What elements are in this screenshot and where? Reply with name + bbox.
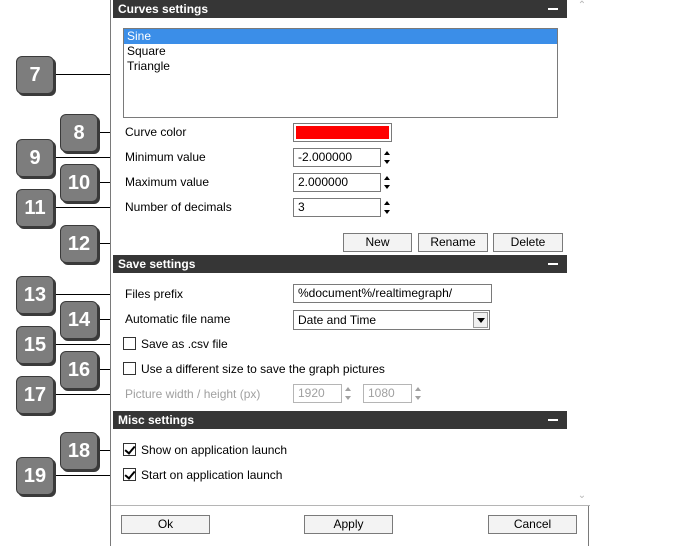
start-on-launch-label: Start on application launch xyxy=(141,468,283,482)
decimals-field[interactable]: 3 xyxy=(293,198,381,217)
curve-item-square[interactable]: Square xyxy=(124,44,557,59)
minimum-value-spinner[interactable] xyxy=(382,148,393,167)
auto-file-name-select[interactable]: Date and Time xyxy=(293,310,490,330)
callout-18: 18 xyxy=(60,432,98,470)
different-size-checkbox[interactable] xyxy=(123,362,136,375)
footer-divider xyxy=(111,505,590,506)
callout-7: 7 xyxy=(16,56,54,94)
spin-down-icon[interactable] xyxy=(382,183,393,192)
save-settings-title: Save settings xyxy=(118,257,196,271)
callout-14: 14 xyxy=(60,301,98,339)
spin-up-icon[interactable] xyxy=(343,384,354,393)
picture-width-field[interactable]: 1920 xyxy=(293,384,342,403)
callout-19: 19 xyxy=(16,457,54,495)
curve-color-fill xyxy=(296,126,389,139)
curve-color-label: Curve color xyxy=(125,125,187,139)
cancel-button[interactable]: Cancel xyxy=(488,515,577,534)
chevron-down-icon[interactable] xyxy=(473,312,488,328)
apply-button[interactable]: Apply xyxy=(304,515,393,534)
different-size-label: Use a different size to save the graph p… xyxy=(141,362,385,376)
collapse-curves-button[interactable] xyxy=(547,0,561,18)
misc-settings-header: Misc settings xyxy=(113,411,567,429)
show-on-launch-checkbox[interactable] xyxy=(123,443,136,456)
settings-dialog: Curves settings Sine Square Triangle Cur… xyxy=(110,0,590,546)
show-on-launch-label: Show on application launch xyxy=(141,443,288,457)
callout-8: 8 xyxy=(60,114,98,152)
start-on-launch-checkbox[interactable] xyxy=(123,468,136,481)
curves-settings-header: Curves settings xyxy=(113,0,567,18)
maximum-value-label: Maximum value xyxy=(125,175,210,189)
scroll-up-icon[interactable]: ⌃ xyxy=(576,0,588,12)
minimum-value-label: Minimum value xyxy=(125,150,206,164)
vertical-scrollbar[interactable]: ⌃ ⌄ xyxy=(575,0,589,505)
auto-file-name-value: Date and Time xyxy=(298,313,377,327)
collapse-misc-button[interactable] xyxy=(547,411,561,429)
spin-up-icon[interactable] xyxy=(382,173,393,182)
files-prefix-label: Files prefix xyxy=(125,287,184,301)
callout-16: 16 xyxy=(60,351,98,389)
spin-up-icon[interactable] xyxy=(382,148,393,157)
auto-file-name-label: Automatic file name xyxy=(125,312,231,326)
curve-item-triangle[interactable]: Triangle xyxy=(124,59,557,74)
spin-up-icon[interactable] xyxy=(382,198,393,207)
spin-down-icon[interactable] xyxy=(343,394,354,403)
collapse-save-button[interactable] xyxy=(547,255,561,273)
callout-10: 10 xyxy=(60,164,98,202)
spin-up-icon[interactable] xyxy=(413,384,424,393)
curve-item-sine[interactable]: Sine xyxy=(124,29,557,44)
callout-13: 13 xyxy=(16,276,54,314)
picture-height-field[interactable]: 1080 xyxy=(363,384,412,403)
delete-curve-button[interactable]: Delete xyxy=(493,233,563,252)
callout-11: 11 xyxy=(16,189,54,227)
new-curve-button[interactable]: New xyxy=(343,233,412,252)
files-prefix-field[interactable]: %document%/realtimegraph/ xyxy=(293,284,492,303)
decimals-spinner[interactable] xyxy=(382,198,393,217)
scroll-down-icon[interactable]: ⌄ xyxy=(576,490,588,502)
decimals-label: Number of decimals xyxy=(125,200,232,214)
ok-button[interactable]: Ok xyxy=(121,515,210,534)
settings-content: Curves settings Sine Square Triangle Cur… xyxy=(111,0,567,505)
maximum-value-field[interactable]: 2.000000 xyxy=(293,173,381,192)
curve-color-picker[interactable] xyxy=(293,123,392,142)
minimum-value-field[interactable]: -2.000000 xyxy=(293,148,381,167)
curves-listbox[interactable]: Sine Square Triangle xyxy=(123,28,558,118)
misc-settings-title: Misc settings xyxy=(118,413,195,427)
curves-settings-title: Curves settings xyxy=(118,2,209,16)
spin-down-icon[interactable] xyxy=(413,394,424,403)
save-csv-label: Save as .csv file xyxy=(141,337,228,351)
save-csv-checkbox[interactable] xyxy=(123,337,136,350)
callout-9: 9 xyxy=(16,139,54,177)
rename-curve-button[interactable]: Rename xyxy=(418,233,488,252)
spin-down-icon[interactable] xyxy=(382,208,393,217)
save-settings-header: Save settings xyxy=(113,255,567,273)
maximum-value-spinner[interactable] xyxy=(382,173,393,192)
picture-width-spinner[interactable] xyxy=(343,384,354,403)
picture-height-spinner[interactable] xyxy=(413,384,424,403)
spin-down-icon[interactable] xyxy=(382,158,393,167)
callout-12: 12 xyxy=(60,225,98,263)
callout-15: 15 xyxy=(16,326,54,364)
callout-17: 17 xyxy=(16,376,54,414)
picture-size-label: Picture width / height (px) xyxy=(125,387,261,401)
